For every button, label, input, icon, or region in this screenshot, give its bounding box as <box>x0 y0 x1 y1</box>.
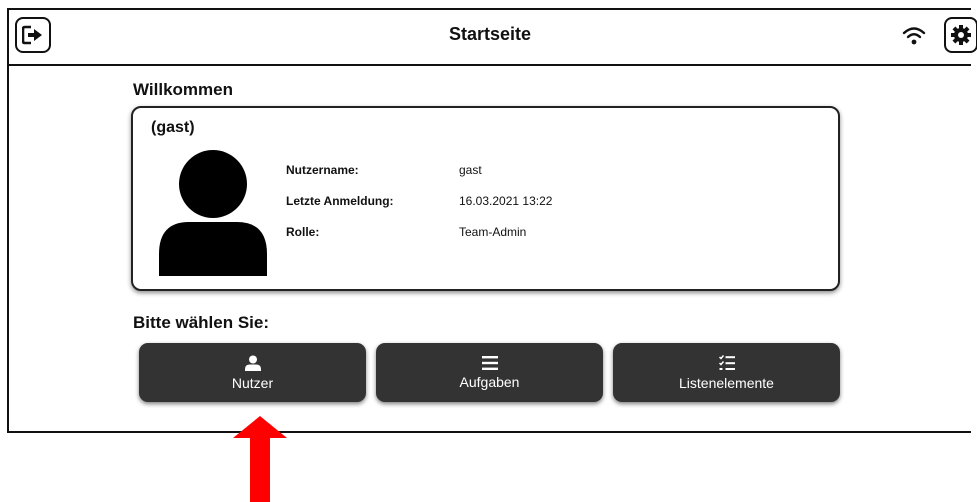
last-login-value: 16.03.2021 13:22 <box>459 194 553 208</box>
menu-lines-icon <box>481 355 498 370</box>
tasks-button-label: Aufgaben <box>459 373 520 390</box>
top-bar: Startseite <box>9 10 977 66</box>
role-label: Rolle: <box>286 225 320 239</box>
gear-icon <box>951 25 971 45</box>
wifi-icon <box>902 27 926 45</box>
profile-card: (gast) Nutzername: gast Letzte Anmeldung… <box>131 106 840 291</box>
annotation-arrow-icon <box>233 416 287 502</box>
users-button-label: Nutzer <box>231 374 274 391</box>
avatar <box>159 150 267 276</box>
checklist-icon <box>718 354 735 370</box>
profile-display-name: (gast) <box>151 119 195 136</box>
username-value: gast <box>459 163 482 177</box>
list-elements-button[interactable]: Listenelemente <box>613 343 840 402</box>
page-title: Startseite <box>448 24 532 44</box>
choose-prompt: Bitte wählen Sie: <box>133 313 270 332</box>
users-button[interactable]: Nutzer <box>139 343 366 402</box>
last-login-label: Letzte Anmeldung: <box>286 194 394 208</box>
tasks-button[interactable]: Aufgaben <box>376 343 603 402</box>
user-icon <box>244 355 261 371</box>
list-elements-button-label: Listenelemente <box>679 374 774 391</box>
username-label: Nutzername: <box>286 163 359 177</box>
welcome-heading: Willkommen <box>133 80 233 99</box>
settings-button[interactable] <box>944 17 977 53</box>
role-value: Team-Admin <box>459 225 527 239</box>
